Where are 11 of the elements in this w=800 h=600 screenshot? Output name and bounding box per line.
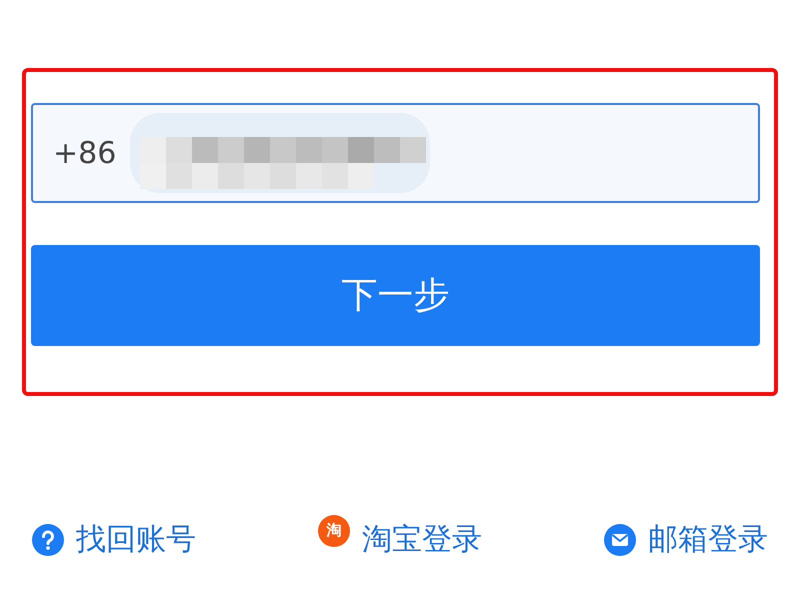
link-label: 邮箱登录 bbox=[648, 521, 768, 559]
help-icon bbox=[32, 524, 64, 556]
taobao-icon: 淘 bbox=[318, 514, 350, 546]
link-label: 找回账号 bbox=[76, 521, 196, 559]
link-label: 淘宝登录 bbox=[362, 521, 482, 559]
country-code: +86 bbox=[53, 136, 116, 170]
login-option-link[interactable]: 邮箱登录 bbox=[604, 519, 768, 560]
mail-icon bbox=[604, 524, 636, 556]
next-button[interactable]: 下一步 bbox=[31, 245, 760, 346]
login-option-link[interactable]: 找回账号 bbox=[32, 519, 196, 560]
phone-field[interactable]: +86 bbox=[31, 103, 760, 203]
